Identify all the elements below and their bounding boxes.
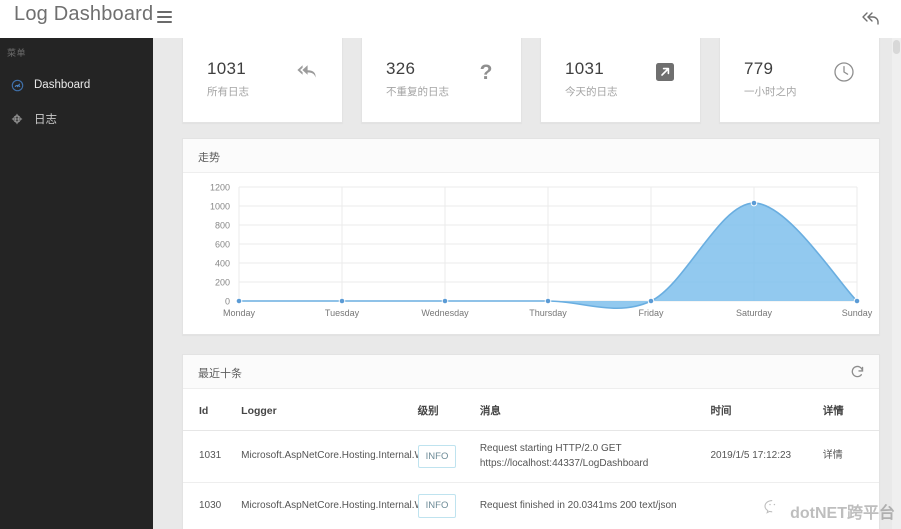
main-content: 1031 所有日志 326 不重复的日志 ? 1031 今天的日志 779 一小…	[153, 38, 901, 529]
stat-card-within-hour[interactable]: 779 一小时之内	[719, 38, 880, 123]
stat-card-today-logs[interactable]: 1031 今天的日志	[540, 38, 701, 123]
menu-toggle-icon[interactable]	[157, 11, 172, 25]
stat-value: 779	[744, 59, 774, 78]
status-badge: INFO	[417, 444, 457, 469]
vertical-scrollbar-thumb[interactable]	[893, 40, 900, 54]
recent-logs-table: Id Logger 级别 消息 时间 详情 1031 Microsoft.Asp…	[183, 389, 879, 529]
stat-value: 326	[386, 59, 416, 78]
cell-id: 1030	[183, 482, 242, 529]
cell-time	[710, 482, 823, 529]
stat-card-all-logs[interactable]: 1031 所有日志	[182, 38, 343, 123]
sidebar-item-dashboard[interactable]: Dashboard	[0, 68, 153, 102]
stat-card-unique-logs[interactable]: 326 不重复的日志 ?	[361, 38, 522, 123]
svg-text:200: 200	[215, 278, 230, 288]
column-header-message[interactable]: 消息	[479, 389, 711, 431]
top-bar: Log Dashboard	[0, 0, 901, 38]
svg-text:Sunday: Sunday	[842, 308, 873, 318]
table-body: 1031 Microsoft.AspNetCore.Hosting.Intern…	[183, 430, 879, 529]
trend-chart-panel: 走势 0 200 400 600 800 1000 1200 Monday Tuesday Wed…	[182, 138, 880, 335]
dashboard-speedometer-icon	[0, 79, 34, 92]
column-header-detail[interactable]: 详情	[822, 389, 879, 431]
reply-all-icon[interactable]	[861, 9, 883, 29]
trend-chart-svg: 0 200 400 600 800 1000 1200 Monday Tuesday Wednes…	[210, 183, 873, 319]
detail-link[interactable]: 详情	[823, 450, 843, 461]
table-row[interactable]: 1030 Microsoft.AspNetCore.Hosting.Intern…	[183, 482, 879, 529]
stat-label: 一小时之内	[744, 86, 797, 98]
stat-value: 1031	[207, 59, 247, 78]
column-header-id[interactable]: Id	[183, 389, 242, 431]
page-title: Log Dashboard	[14, 3, 154, 25]
svg-text:Saturday: Saturday	[736, 308, 773, 318]
recent-logs-panel: 最近十条 Id Logger 级别 消息 时间 详情 1031 Microsof…	[182, 354, 880, 529]
trend-chart[interactable]: 0 200 400 600 800 1000 1200 Monday Tuesday Wednes…	[183, 173, 879, 333]
chart-title: 走势	[198, 152, 220, 164]
svg-text:800: 800	[215, 221, 230, 231]
column-header-time[interactable]: 时间	[710, 389, 823, 431]
log-dashboard-app: Log Dashboard 菜单 Dashboard 日志 1031 所有日志 …	[0, 0, 901, 529]
status-badge: INFO	[417, 494, 457, 518]
sidebar-item-label: Dashboard	[34, 79, 91, 91]
table-header-row: Id Logger 级别 消息 时间 详情	[183, 389, 879, 431]
svg-text:Thursday: Thursday	[529, 308, 567, 318]
svg-text:1200: 1200	[210, 183, 230, 193]
svg-text:0: 0	[225, 297, 230, 307]
sidebar: 菜单 Dashboard 日志	[0, 38, 153, 529]
reply-all-icon	[294, 59, 320, 85]
sidebar-item-logs[interactable]: 日志	[0, 102, 153, 136]
external-link-icon	[652, 59, 678, 85]
cell-id: 1031	[183, 430, 242, 483]
table-row[interactable]: 1031 Microsoft.AspNetCore.Hosting.Intern…	[183, 430, 879, 483]
hamburger-line	[157, 16, 172, 18]
svg-text:400: 400	[215, 259, 230, 269]
stat-label: 所有日志	[207, 86, 249, 98]
cell-level: INFO	[417, 430, 480, 483]
stat-card-row: 1031 所有日志 326 不重复的日志 ? 1031 今天的日志 779 一小…	[182, 38, 882, 128]
svg-text:Wednesday: Wednesday	[421, 308, 469, 318]
sidebar-item-label: 日志	[34, 114, 57, 126]
table-title: 最近十条	[198, 368, 242, 380]
column-header-logger[interactable]: Logger	[241, 389, 418, 431]
table-head: Id Logger 级别 消息 时间 详情	[183, 389, 879, 431]
refresh-icon[interactable]	[850, 364, 866, 380]
hamburger-line	[157, 21, 172, 23]
cell-message: Request finished in 20.0341ms 200 text/j…	[479, 482, 711, 529]
vertical-scrollbar-track[interactable]	[892, 38, 901, 529]
question-mark-icon: ?	[479, 60, 493, 84]
stat-label: 今天的日志	[565, 86, 618, 98]
stat-label: 不重复的日志	[386, 86, 449, 98]
cell-message: Request starting HTTP/2.0 GET https://lo…	[479, 430, 711, 483]
stat-value: 1031	[565, 59, 605, 78]
svg-text:Friday: Friday	[638, 308, 664, 318]
cell-level: INFO	[417, 482, 480, 529]
globe-icon	[0, 113, 34, 125]
clock-icon	[831, 59, 857, 85]
cell-detail	[822, 482, 879, 529]
cell-logger: Microsoft.AspNetCore.Hosting.Internal.We…	[241, 430, 456, 483]
svg-text:Tuesday: Tuesday	[325, 308, 360, 318]
column-header-level[interactable]: 级别	[417, 389, 480, 431]
table-panel-header: 最近十条	[183, 355, 879, 389]
svg-text:1000: 1000	[210, 202, 230, 212]
cell-logger: Microsoft.AspNetCore.Hosting.Internal.We…	[241, 482, 456, 529]
hamburger-line	[157, 11, 172, 13]
sidebar-section-title: 菜单	[7, 48, 27, 58]
svg-text:600: 600	[215, 240, 230, 250]
cell-detail: 详情	[822, 430, 879, 483]
chart-panel-header: 走势	[183, 139, 879, 173]
svg-text:Monday: Monday	[223, 308, 256, 318]
cell-time: 2019/1/5 17:12:23	[710, 430, 823, 483]
